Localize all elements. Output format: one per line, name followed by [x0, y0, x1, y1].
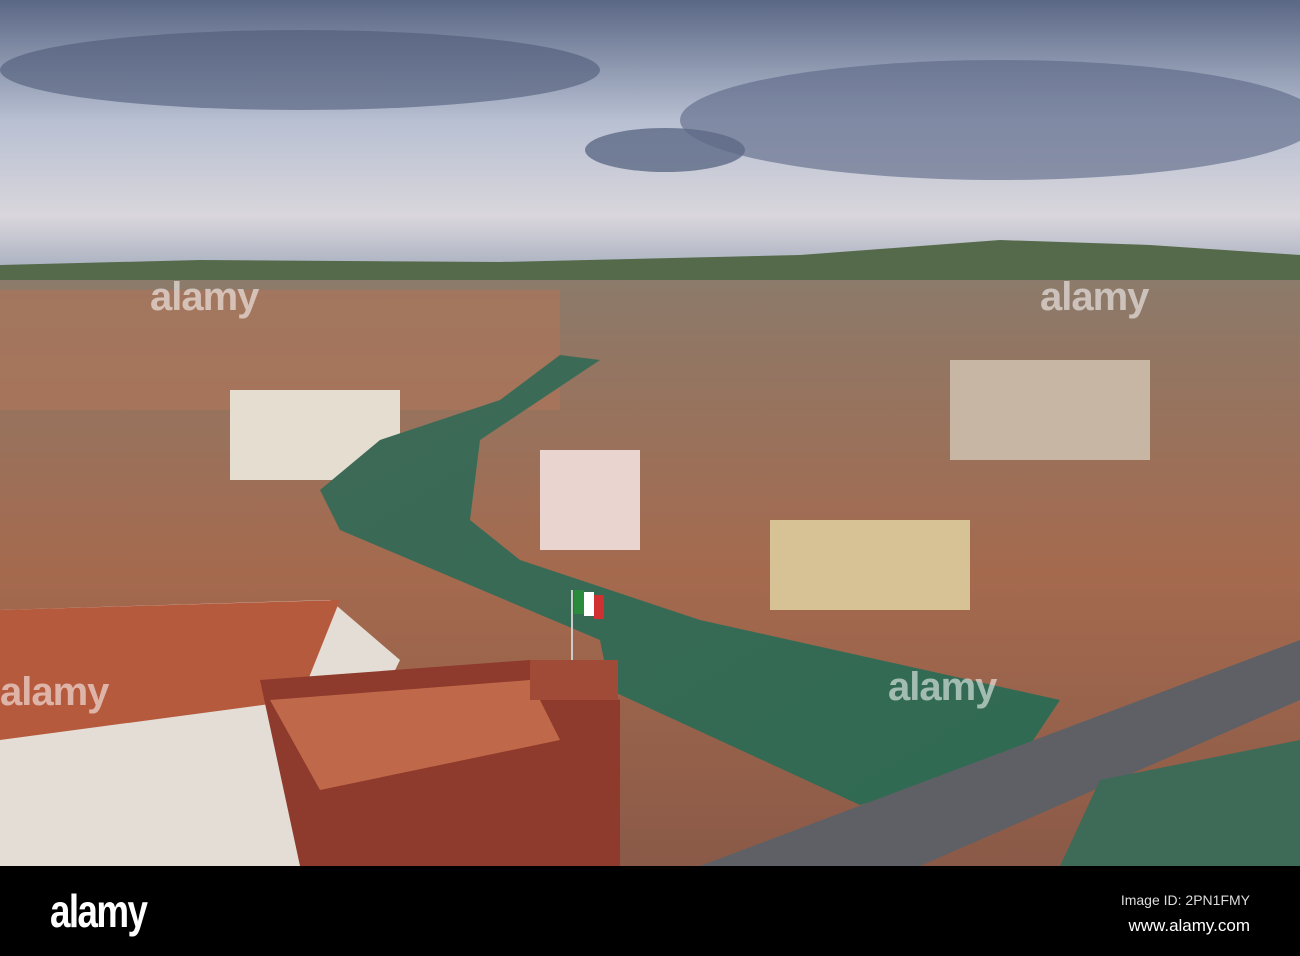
cloud: [585, 128, 745, 172]
watermark: alamy: [888, 665, 997, 709]
watermark: alamy: [150, 275, 259, 319]
footer-bar: alamy Image ID: 2PN1FMY www.alamy.com: [0, 866, 1300, 956]
flag-green: [574, 590, 584, 614]
apartment-block: [950, 360, 1150, 460]
yellow-building: [770, 520, 970, 610]
watermark: alamy: [1040, 275, 1149, 319]
cloud: [680, 60, 1300, 180]
flag-white: [584, 592, 594, 616]
tower: [530, 660, 618, 700]
cloud: [0, 30, 600, 110]
alamy-logo: alamy: [50, 885, 148, 937]
flag-red: [594, 595, 604, 619]
image-id: Image ID: 2PN1FMY: [1120, 892, 1250, 908]
pink-buildings: [540, 450, 640, 550]
aerial-town-scene: [0, 0, 1300, 866]
watermark: alamy: [0, 670, 109, 714]
website-link[interactable]: www.alamy.com: [1128, 916, 1250, 936]
photo: alamy alamy alamy alamy: [0, 0, 1300, 866]
